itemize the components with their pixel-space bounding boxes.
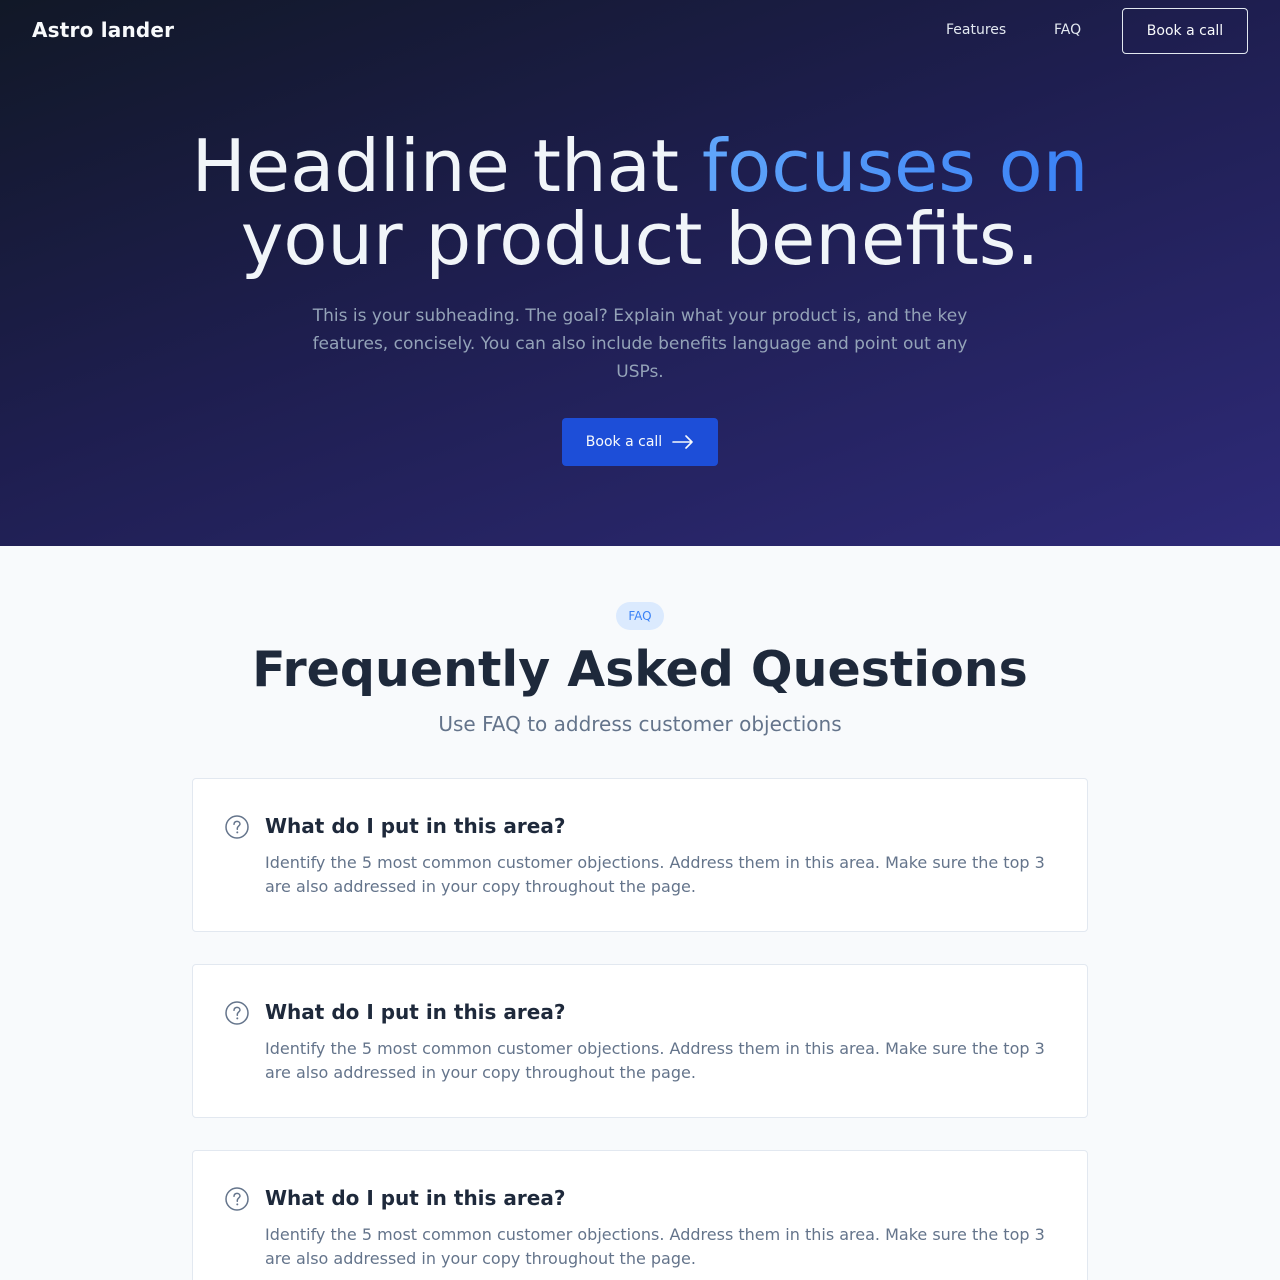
question-circle-icon [225,815,249,839]
headline-part2: your product benefits. [240,197,1040,281]
top-navbar: Astro lander Features FAQ Book a call [0,0,1280,62]
faq-item: What do I put in this area? Identify the… [192,964,1088,1118]
faq-question: What do I put in this area? [265,814,566,838]
nav-link-features[interactable]: Features [946,22,1006,38]
faq-badge: FAQ [616,602,664,630]
faq-answer: Identify the 5 most common customer obje… [265,1039,1045,1082]
hero-book-call-button[interactable]: Book a call [562,418,718,466]
nav-book-call-button[interactable]: Book a call [1122,8,1248,54]
faq-item: What do I put in this area? Identify the… [192,778,1088,932]
nav-link-faq[interactable]: FAQ [1054,22,1081,38]
headline-part1: Headline that [191,124,702,208]
hero-subheading: This is your subheading. The goal? Expla… [312,306,968,382]
hero-cta-label: Book a call [585,434,663,450]
faq-question: What do I put in this area? [265,1000,566,1024]
faq-answer: Identify the 5 most common customer obje… [265,1225,1045,1268]
question-circle-icon [225,1187,249,1211]
brand-logo[interactable]: Astro lander [32,18,174,42]
faq-question: What do I put in this area? [265,1186,566,1210]
faq-item: What do I put in this area? Identify the… [192,1150,1088,1280]
headline-accent: focuses on [701,124,1089,208]
faq-section: FAQ Frequently Asked Questions Use FAQ t… [0,546,1280,1280]
faq-subtitle: Use FAQ to address customer objections [438,712,842,736]
faq-answer: Identify the 5 most common customer obje… [265,853,1045,896]
hero-section: Astro lander Features FAQ Book a call He… [0,0,1280,546]
faq-title: Frequently Asked Questions [252,641,1028,698]
arrow-right-icon [672,435,693,449]
question-circle-icon [225,1001,249,1025]
hero-headline: Headline that focuses on your product be… [0,130,1280,276]
